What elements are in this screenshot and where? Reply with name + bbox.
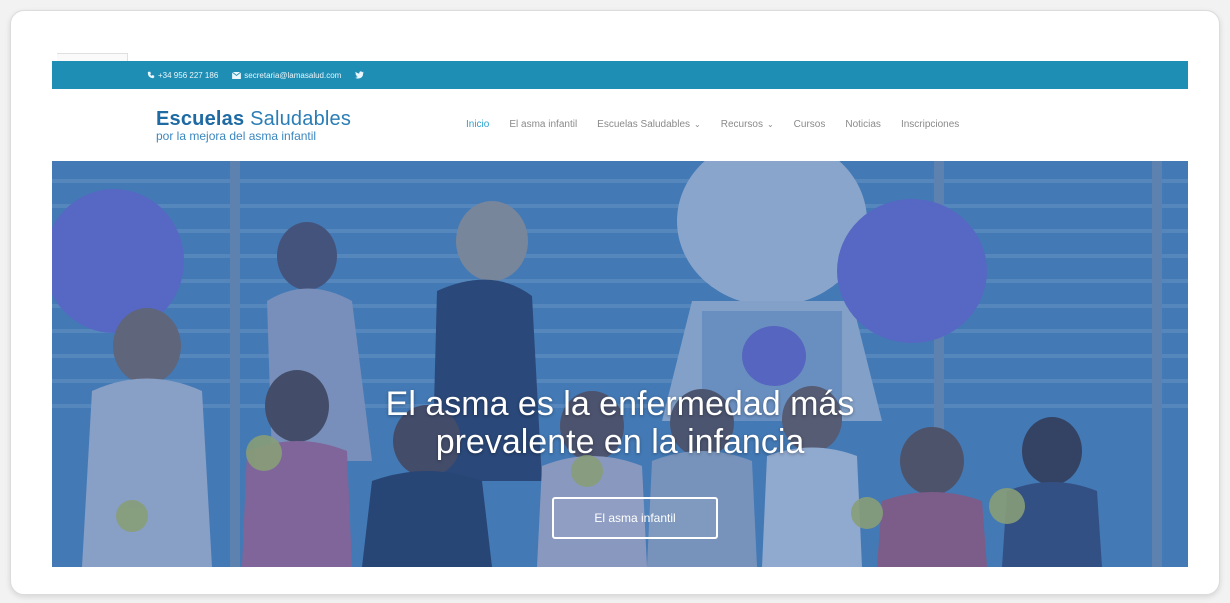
hero-banner: El asma es la enfermedad más prevalente … [52, 161, 1188, 567]
website: +34 956 227 186 secretaria@lamasalud.com… [52, 61, 1188, 567]
screenshot-frame: +34 956 227 186 secretaria@lamasalud.com… [10, 10, 1220, 595]
email-text: secretaria@lamasalud.com [244, 70, 342, 80]
logo-title: Escuelas Saludables [156, 108, 352, 130]
phone-contact[interactable]: +34 956 227 186 [147, 71, 218, 80]
phone-icon [147, 71, 155, 79]
nav-item-recursos[interactable]: Recursos ⌄ [721, 119, 774, 130]
site-logo[interactable]: Escuelas Saludables por la mejora del as… [156, 109, 351, 142]
nav-item-inscripciones[interactable]: Inscripciones [901, 119, 959, 130]
hero-title: El asma es la enfermedad más prevalente … [52, 385, 1188, 461]
logo-tagline: por la mejora del asma infantil [156, 129, 317, 143]
site-header: Escuelas Saludables por la mejora del as… [52, 89, 1188, 162]
hero-title-line-2: prevalente en la infancia [435, 423, 805, 461]
email-contact[interactable]: secretaria@lamasalud.com [232, 71, 341, 80]
twitter-icon [355, 71, 365, 79]
hero-title-line-1: El asma es la enfermedad más [385, 385, 855, 423]
nav-item-escuelas-saludables[interactable]: Escuelas Saludables ⌄ [597, 119, 701, 130]
nav-item-noticias[interactable]: Noticias [845, 119, 881, 130]
chevron-down-icon: ⌄ [766, 120, 774, 129]
chevron-down-icon: ⌄ [694, 120, 701, 129]
nav-item-cursos[interactable]: Cursos [794, 119, 826, 130]
nav-item-inicio[interactable]: Inicio [466, 119, 489, 130]
envelope-icon [232, 71, 242, 79]
phone-text: +34 956 227 186 [158, 70, 219, 80]
twitter-link[interactable] [355, 71, 367, 79]
main-nav: Inicio El asma infantil Escuelas Saludab… [466, 119, 979, 130]
top-bar: +34 956 227 186 secretaria@lamasalud.com [52, 61, 1188, 89]
nav-item-asma-infantil[interactable]: El asma infantil [509, 119, 577, 130]
hero-cta-button[interactable]: El asma infantil [552, 497, 718, 539]
